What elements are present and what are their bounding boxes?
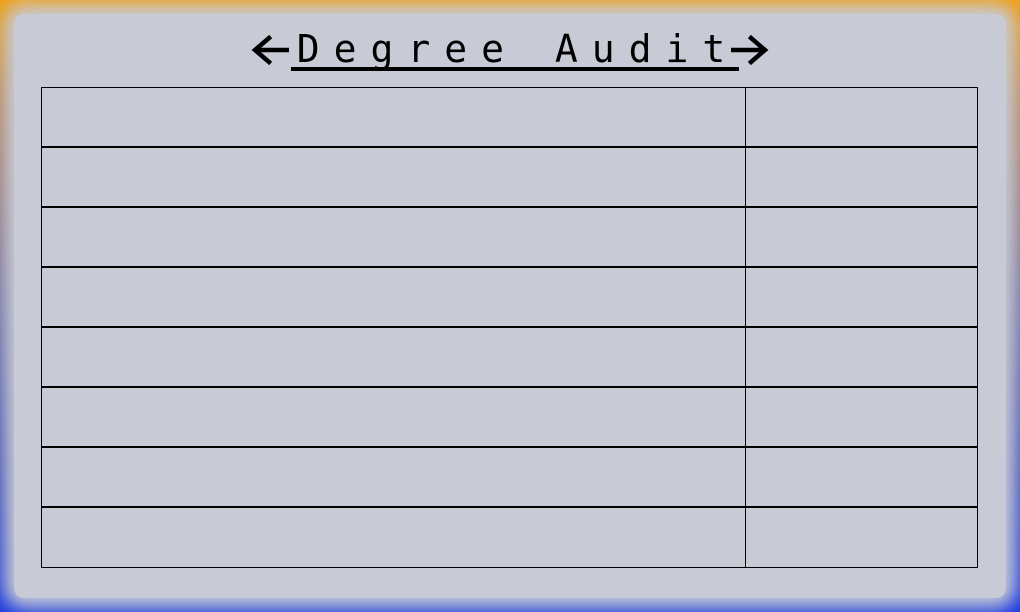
left-arrow-icon <box>251 35 289 65</box>
course-status-cell <box>747 148 977 206</box>
course-status-cell <box>747 328 977 386</box>
course-status-cell <box>747 88 977 146</box>
table-row[interactable] <box>42 388 977 448</box>
course-status-cell <box>747 448 977 506</box>
course-name-cell <box>42 508 746 568</box>
table-row[interactable] <box>42 208 977 268</box>
table-row[interactable] <box>42 88 977 148</box>
previous-page-button[interactable] <box>249 30 291 70</box>
course-name-cell <box>42 388 746 446</box>
course-status-cell <box>747 508 977 568</box>
course-status-cell <box>747 208 977 266</box>
course-name-cell <box>42 268 746 326</box>
table-row[interactable] <box>42 448 977 508</box>
table-row[interactable] <box>42 328 977 388</box>
table-row[interactable] <box>42 148 977 208</box>
table-row[interactable] <box>42 268 977 328</box>
screen-frame: Degree Audit <box>0 0 1020 612</box>
table-row[interactable] <box>42 508 977 568</box>
course-name-cell <box>42 88 746 146</box>
course-status-cell <box>747 268 977 326</box>
title-bar: Degree Audit <box>0 28 1020 72</box>
course-name-cell <box>42 328 746 386</box>
audit-table <box>41 87 978 568</box>
course-name-cell <box>42 148 746 206</box>
course-status-cell <box>747 388 977 446</box>
course-name-cell <box>42 448 746 506</box>
course-name-cell <box>42 208 746 266</box>
page-title: Degree Audit <box>290 29 740 71</box>
